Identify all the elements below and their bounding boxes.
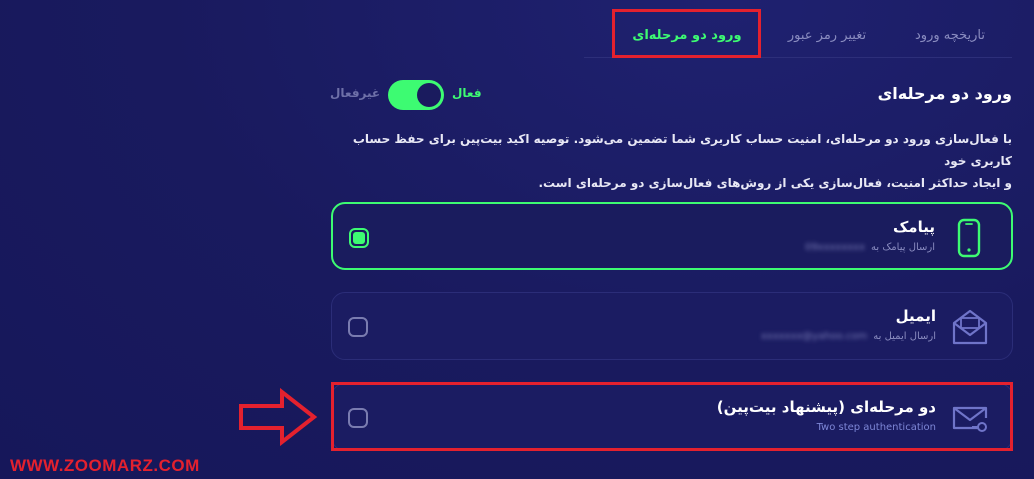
method-card-email[interactable]: ایمیل ارسال ایمیل به xxxxxxx@yahoo.com — [331, 292, 1013, 360]
method-subtitle-text: ارسال پیامک به — [871, 242, 935, 253]
method-title: پیامک — [892, 218, 935, 236]
envelope-key-icon — [948, 396, 992, 440]
two-step-toggle[interactable] — [388, 80, 444, 110]
method-title: دو مرحله‌ای (پیشنهاد بیت‌پین) — [716, 398, 936, 416]
watermark: WWW.ZOOMARZ.COM — [10, 456, 200, 475]
phone-icon — [947, 216, 991, 260]
annotation-arrow-icon — [239, 388, 318, 446]
two-step-toggle-group: غیرفعال فعال — [330, 80, 490, 110]
tab-change-password[interactable]: تغییر رمز عبور — [772, 18, 882, 58]
tab-login-history[interactable]: تاریخچه ورود — [902, 18, 998, 58]
method-subtitle-text: Two step authentication — [816, 422, 936, 433]
method-card-sms[interactable]: پیامک ارسال پیامک به 09xxxxxxxx — [331, 202, 1013, 270]
envelope-open-icon — [948, 305, 992, 349]
toggle-off-label: غیرفعال — [330, 86, 381, 100]
method-subtitle: Two step authentication — [817, 422, 936, 433]
method-checkbox-authenticator[interactable] — [348, 408, 368, 428]
method-subtitle: ارسال ایمیل به xxxxxxx@yahoo.com — [761, 331, 936, 342]
toggle-knob — [417, 83, 441, 107]
tab-two-step-login[interactable]: ورود دو مرحله‌ای — [614, 18, 760, 58]
toggle-on-label: فعال — [452, 86, 482, 100]
method-card-authenticator[interactable]: دو مرحله‌ای (پیشنهاد بیت‌پین) Two step a… — [331, 383, 1013, 451]
method-subtitle-text: ارسال ایمیل به — [873, 331, 936, 342]
description-line-1: با فعال‌سازی ورود دو مرحله‌ای، امنیت حسا… — [352, 132, 1012, 168]
method-subtitle: ارسال پیامک به 09xxxxxxxx — [805, 242, 935, 253]
section-title: ورود دو مرحله‌ای — [877, 84, 1012, 103]
method-title: ایمیل — [895, 307, 936, 325]
masked-email: xxxxxxx@yahoo.com — [760, 331, 868, 342]
method-checkbox-email[interactable] — [348, 317, 368, 337]
masked-phone: 09xxxxxxxx — [804, 242, 866, 253]
description-line-2: و ایجاد حداکثر امنیت، فعال‌سازی یکی از ر… — [538, 176, 1012, 190]
tab-bar: تاریخچه ورود تغییر رمز عبور ورود دو مرحل… — [584, 0, 1012, 58]
section-description: با فعال‌سازی ورود دو مرحله‌ای، امنیت حسا… — [322, 128, 1012, 194]
method-checkbox-sms[interactable] — [349, 228, 369, 248]
